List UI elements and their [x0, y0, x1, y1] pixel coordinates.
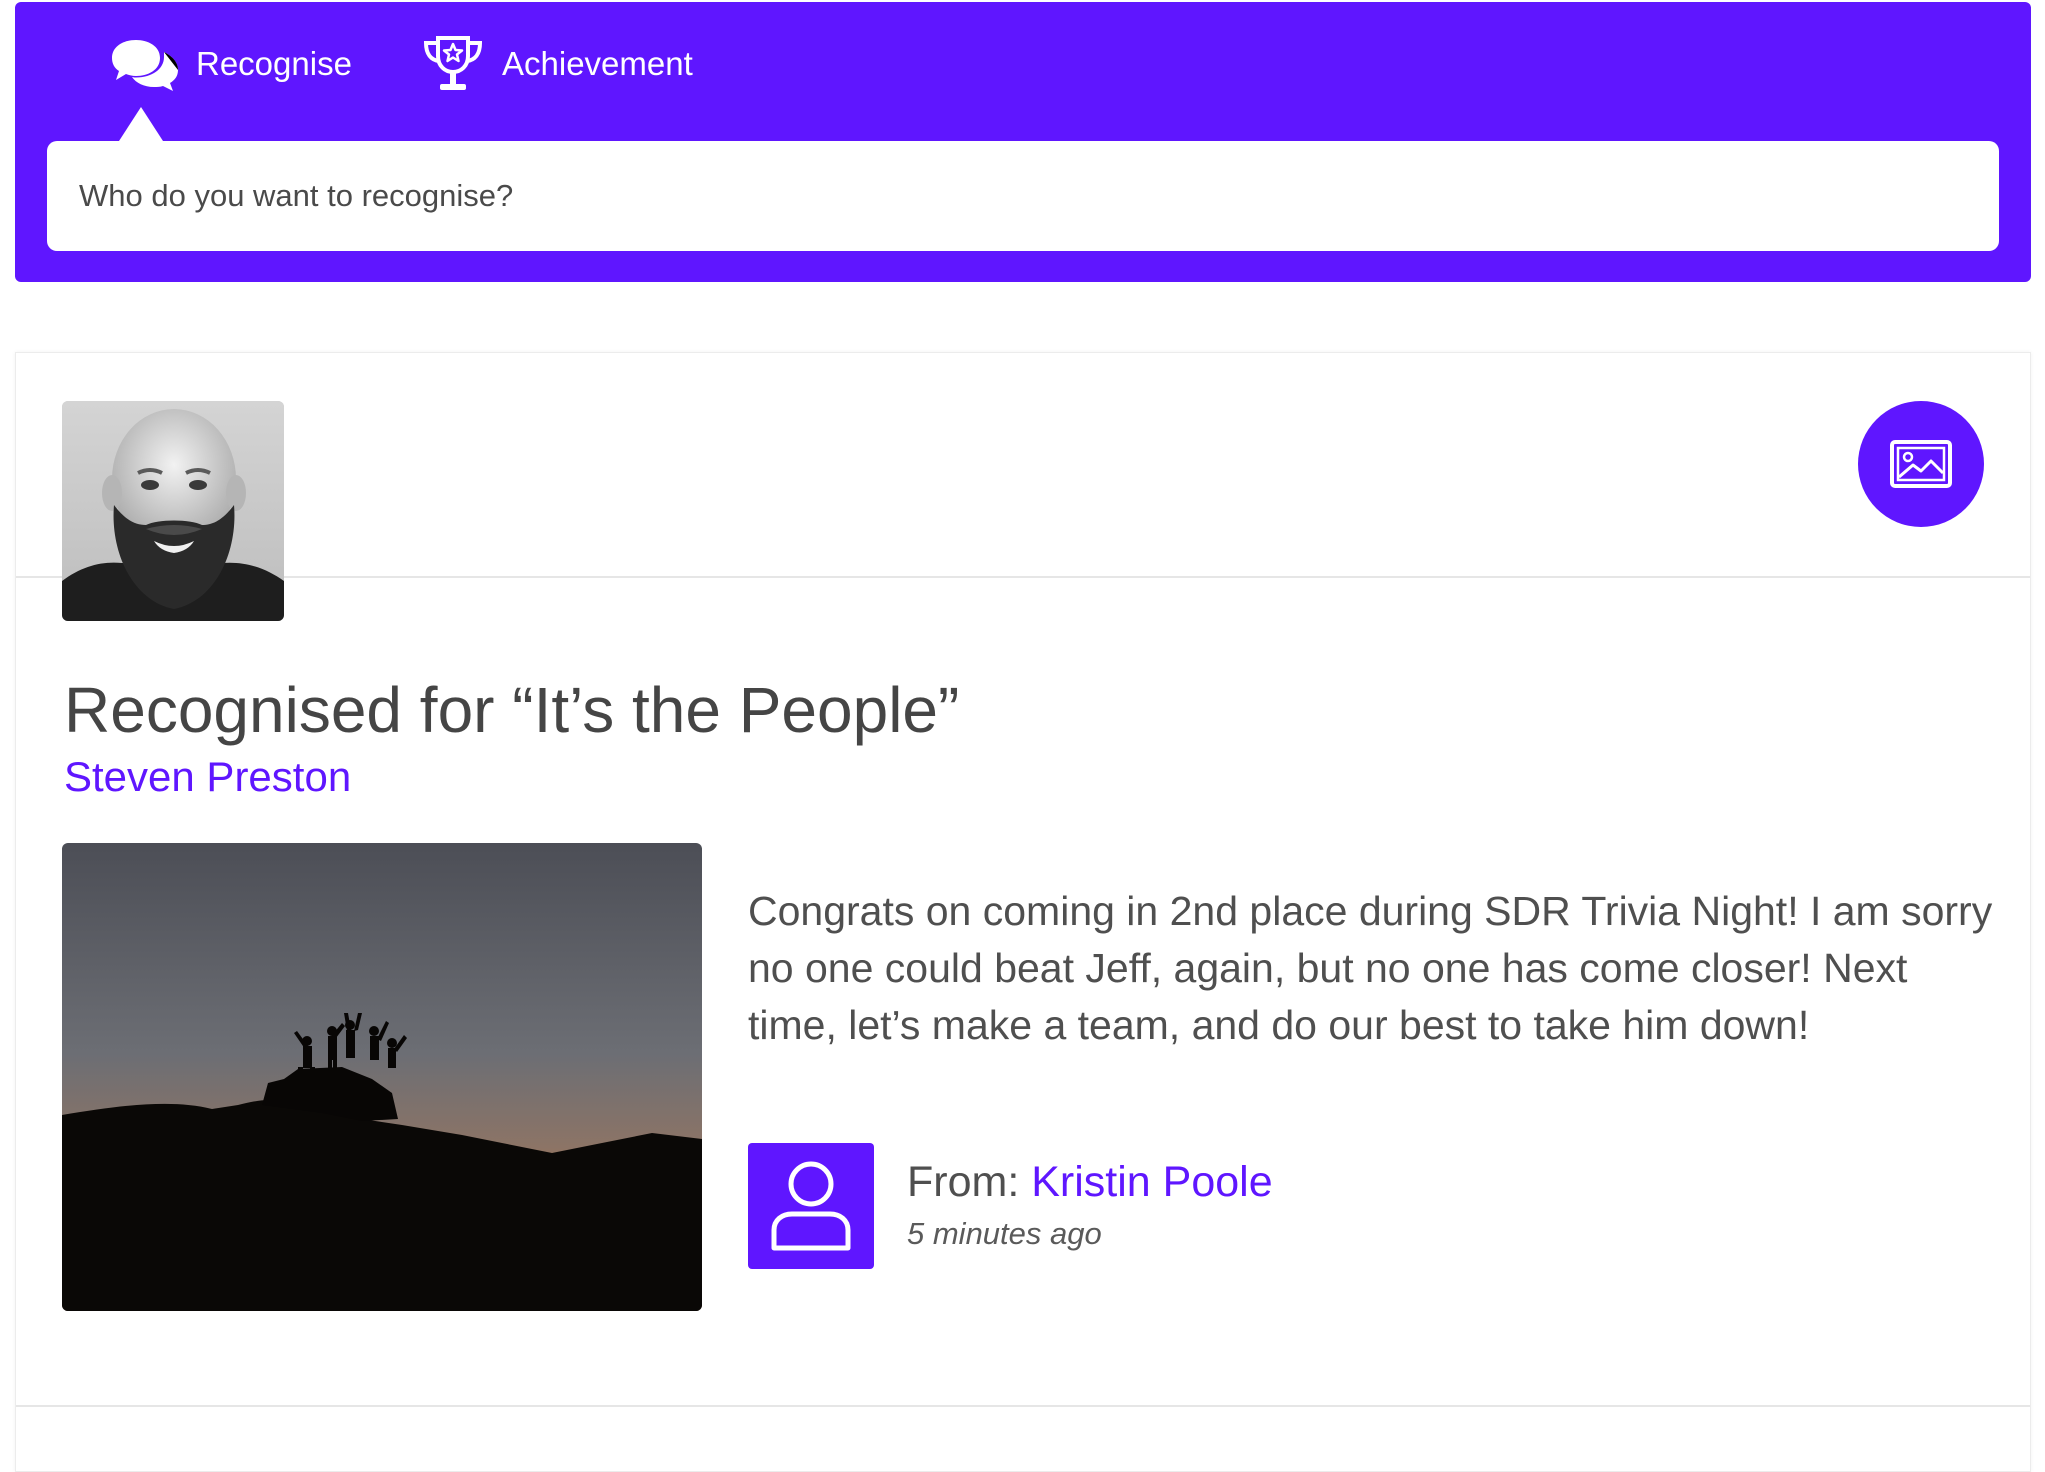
recognition-message: Congrats on coming in 2nd place during S… — [748, 888, 1993, 1048]
tab-recognise-label: Recognise — [196, 45, 352, 82]
card-footer-divider — [16, 1405, 2030, 1407]
recognition-photo — [62, 843, 702, 1311]
speech-bubbles-icon — [108, 36, 180, 92]
sender-name-link[interactable]: Kristin Poole — [1031, 1158, 1272, 1206]
search-input[interactable] — [47, 141, 1999, 251]
add-image-button[interactable] — [1858, 401, 1984, 527]
recognition-title: Recognised for “It’s the People” — [64, 674, 960, 746]
card-divider — [16, 576, 2030, 578]
profile-photo — [62, 401, 284, 621]
recognition-card: Recognised for “It’s the People” Steven … — [15, 352, 2031, 1472]
trophy-icon — [420, 34, 486, 94]
from-label: From: — [907, 1158, 1020, 1206]
timestamp: 5 minutes ago — [907, 1216, 1102, 1251]
recognition-header: Recognise Achievement — [15, 2, 2031, 282]
mountain-summit-photo — [62, 843, 702, 1311]
image-icon — [1890, 440, 1952, 488]
tab-achievement[interactable]: Achievement — [420, 32, 693, 96]
active-tab-pointer — [119, 107, 163, 141]
tab-recognise[interactable]: Recognise — [108, 32, 352, 96]
tab-achievement-label: Achievement — [502, 45, 693, 82]
sender-line: From: Kristin Poole — [907, 1158, 1273, 1207]
sender-avatar[interactable] — [748, 1143, 874, 1269]
user-icon — [771, 1161, 851, 1251]
recipient-name-link[interactable]: Steven Preston — [64, 753, 351, 801]
recipient-avatar[interactable] — [62, 401, 284, 621]
